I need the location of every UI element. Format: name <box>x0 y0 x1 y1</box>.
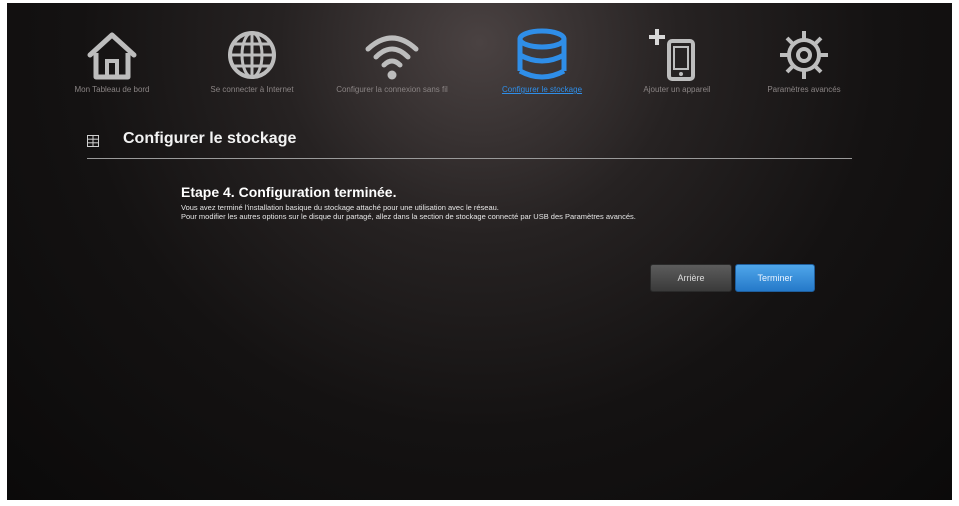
add-device-icon <box>647 25 707 85</box>
globe-icon <box>222 25 282 85</box>
nav-item-wireless[interactable]: Configurer la connexion sans fil <box>327 19 457 119</box>
step-content: Etape 4. Configuration terminée. Vous av… <box>181 184 861 221</box>
nav-item-storage[interactable]: Configurer le stockage <box>477 19 607 119</box>
nav-item-internet[interactable]: Se connecter à Internet <box>187 19 317 119</box>
router-setup-screen: Mon Tableau de bord Se connecter à Inter… <box>7 3 952 500</box>
header-divider <box>87 158 852 159</box>
nav-label-add-device: Ajouter un appareil <box>643 85 711 94</box>
home-icon <box>82 25 142 85</box>
page-title: Configurer le stockage <box>123 130 297 147</box>
nav-label-wireless: Configurer la connexion sans fil <box>336 85 448 94</box>
top-navigation: Mon Tableau de bord Se connecter à Inter… <box>7 3 952 118</box>
finish-button[interactable]: Terminer <box>735 264 815 292</box>
step-description-line1: Vous avez terminé l'installation basique… <box>181 203 499 212</box>
section-header: Configurer le stockage <box>87 129 852 159</box>
nav-label-advanced-settings: Paramètres avancés <box>767 85 841 94</box>
storage-icon <box>512 25 572 85</box>
back-button[interactable]: Arrière <box>650 264 732 292</box>
step-description-line2: Pour modifier les autres options sur le … <box>181 212 636 221</box>
nav-label-dashboard: Mon Tableau de bord <box>74 85 150 94</box>
nav-label-internet: Se connecter à Internet <box>210 85 294 94</box>
gear-icon <box>774 25 834 85</box>
grid-icon <box>87 134 99 147</box>
nav-item-add-device[interactable]: Ajouter un appareil <box>612 19 742 119</box>
wifi-icon <box>362 25 422 85</box>
nav-item-dashboard[interactable]: Mon Tableau de bord <box>47 19 177 119</box>
step-title: Etape 4. Configuration terminée. <box>181 184 397 200</box>
nav-item-advanced-settings[interactable]: Paramètres avancés <box>739 19 869 119</box>
nav-label-storage: Configurer le stockage <box>501 85 583 94</box>
